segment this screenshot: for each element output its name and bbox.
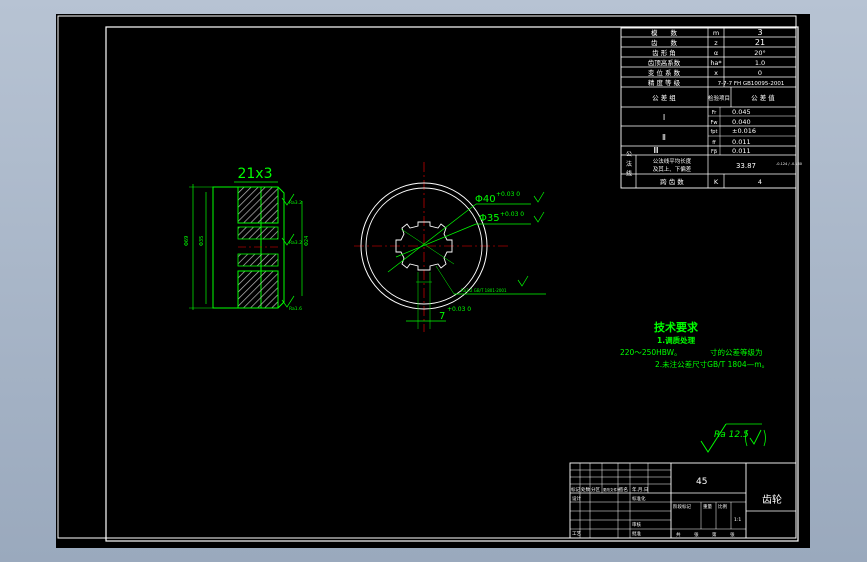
surface-mark-2: Ra3.2 [289, 240, 302, 246]
span-tolerance: -0.124 / -0.160 [776, 162, 802, 166]
param-label-shift: 变 位 系 数 [648, 68, 681, 77]
tech-line-2a: 220～250HBW。 [620, 348, 682, 357]
dim-diameter-40-tol: +0.03 0 [496, 191, 520, 198]
dim-hub-width: Φ24 [304, 236, 310, 246]
tech-title: 技术要求 [654, 320, 699, 334]
cad-viewport[interactable]: 模 数 m 3 齿 数 z 21 齿 形 角 α 20° 齿顶高系数 ha* 1… [56, 14, 810, 548]
dim-key-width-tol: +0.03 0 [447, 306, 471, 313]
tb-row-process: 工艺 [572, 531, 581, 537]
group-header-label: 公 差 组 [652, 93, 676, 102]
dim-bore-diameter: Φ35 [199, 236, 205, 246]
tb-row-approve: 批准 [632, 530, 641, 537]
param-symbol-pressure-angle: α [714, 49, 718, 57]
group-header-col3: 公 差 值 [751, 93, 775, 102]
group1-symbol-b: Fw [711, 120, 718, 126]
last-row-label: 跨 齿 数 [660, 177, 684, 186]
param-value-module: 3 [757, 28, 762, 37]
tb-sheet-1: 共 [676, 531, 681, 538]
tb-scale-label: 比例 [718, 503, 727, 510]
group3-symbol-a: Fβ [711, 149, 717, 155]
dim-key-width: 7 [439, 311, 445, 322]
key-note: Ra3.2 GB/T 1801-2001 [461, 288, 507, 293]
tb-weight-label: 重量 [703, 503, 712, 510]
tech-line-2b: 寸的公差等级为 [710, 347, 763, 357]
group-name-3: Ⅲ [653, 146, 659, 155]
tb-row-review: 审核 [632, 521, 641, 528]
tech-line-3: 2.未注公差尺寸GB/T 1804—m。 [655, 359, 769, 369]
group2-symbol-b: ff [712, 140, 716, 146]
param-symbol-addendum: ha* [710, 59, 722, 67]
surface-finish-symbol: Ra 12.5 [700, 423, 766, 453]
sheet-border [57, 15, 799, 542]
tb-stage-label: 阶段标记 [673, 503, 691, 510]
param-value-teeth: 21 [755, 38, 765, 47]
param-label-teeth: 齿 数 [651, 38, 678, 47]
dim-diameter-35-tol: +0.03 0 [500, 211, 524, 218]
param-label-pressure-angle: 齿 形 角 [652, 48, 676, 57]
tb-part-name: 齿轮 [762, 493, 782, 506]
param-value-shift: 0 [758, 69, 762, 77]
tech-line-1: 1.调质处理 [657, 335, 696, 345]
drawing-sheet[interactable]: 模 数 m 3 齿 数 z 21 齿 形 角 α 20° 齿顶高系数 ha* 1… [56, 14, 810, 548]
gear-front-view[interactable]: Φ40 +0.03 0 Φ35 +0.03 0 7 +0.03 0 Ra3.2 … [354, 162, 546, 332]
group1-value-b: 0.040 [732, 118, 751, 126]
span-desc-2: 及其上、下偏差 [653, 165, 692, 173]
dim-diameter-35: Φ35 [479, 213, 500, 224]
span-value: 33.87 [736, 162, 756, 170]
param-symbol-teeth: z [714, 39, 718, 47]
gear-section-view[interactable]: 21x3 Φ69 Φ35 Φ24 Ra3.2 Ra3.2 Ra1.6 [184, 166, 310, 312]
group1-value-a: 0.045 [732, 108, 751, 116]
group-name-2: Ⅱ [662, 133, 666, 142]
group-name-1: Ⅰ [663, 113, 665, 122]
tb-h-mark: 标记 [571, 486, 580, 493]
tb-h-signature: 签名 [619, 486, 628, 493]
tb-h-zone: 分区 [591, 486, 600, 493]
param-symbol-module: m [713, 29, 719, 37]
surface-mark-1: Ra3.2 [289, 200, 302, 206]
group-header-col2: 检验项目 [708, 94, 730, 102]
dim-diameter-40: Φ40 [475, 194, 496, 205]
param-value-addendum: 1.0 [755, 59, 765, 67]
tb-sheet-2: 张 [694, 531, 699, 538]
param-value-accuracy: 7-7-7 FH GB10095-2001 [718, 81, 785, 87]
param-label-addendum: 齿顶高系数 [648, 58, 681, 67]
tb-h-date: 年.月.日 [632, 486, 648, 493]
tb-row-design: 设计 [572, 495, 581, 502]
tb-h-count: 处数 [581, 486, 590, 493]
group2-value-b: 0.011 [732, 138, 751, 146]
parameter-table: 模 数 m 3 齿 数 z 21 齿 形 角 α 20° 齿顶高系数 ha* 1… [620, 27, 802, 189]
last-row-value: 4 [758, 178, 762, 186]
group3-value-a: 0.011 [732, 147, 751, 155]
span-desc-1: 公法线平均长度 [653, 157, 692, 165]
tb-row-standard: 标准化 [632, 495, 646, 502]
tb-material: 45 [696, 477, 707, 487]
surface-finish-label: Ra 12.5 [714, 430, 749, 440]
dim-outer-diameter: Φ69 [184, 236, 190, 246]
param-symbol-shift: x [714, 69, 718, 77]
group1-symbol-a: Fr [712, 110, 718, 116]
tb-scale-value: 1:1 [734, 517, 741, 523]
param-label-module: 模 数 [651, 28, 678, 37]
technical-requirements: 技术要求 1.调质处理 220～250HBW。 寸的公差等级为 2.未注公差尺寸… [620, 320, 769, 369]
group2-value-a: ±0.016 [732, 127, 756, 135]
param-label-accuracy: 精 度 等 级 [648, 78, 681, 87]
last-row-symbol: K [714, 178, 719, 186]
left-view-title: 21x3 [237, 166, 272, 182]
tb-sheet-4: 张 [730, 531, 735, 538]
span-label: 公 法 线 [625, 151, 632, 178]
title-block: 标记 处数 分区 更改文件号 签名 年.月.日 设计 标准化 审核 工艺 批准 … [569, 462, 797, 539]
tb-sheet-3: 第 [712, 531, 717, 538]
surface-mark-3: Ra1.6 [289, 306, 302, 312]
group2-symbol-a: fpt [711, 129, 718, 135]
param-value-pressure-angle: 20° [754, 49, 766, 57]
